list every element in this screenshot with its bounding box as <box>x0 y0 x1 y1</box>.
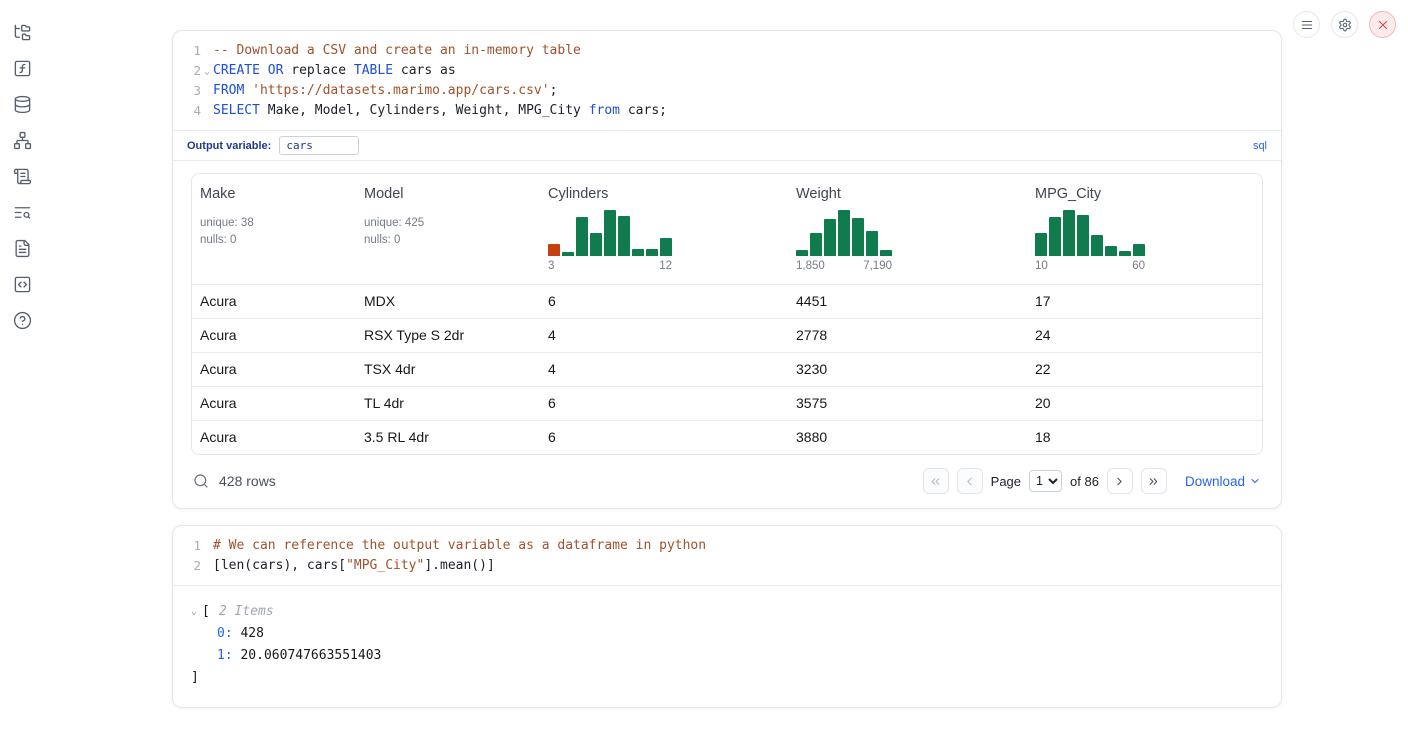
table-cell: 18 <box>1027 421 1262 454</box>
python-lines: # We can reference the output variable a… <box>201 536 706 576</box>
sql-code-editor[interactable]: 12⌄34 -- Download a CSV and create an in… <box>173 31 1281 130</box>
table-cell: Acura <box>192 285 356 318</box>
close-bracket: ] <box>191 667 1265 689</box>
output-variable-label: Output variable: <box>187 140 271 152</box>
python-output: ⌄ [ 2 Items 0: 4281: 20.060747663551403 … <box>173 585 1281 707</box>
table-row[interactable]: AcuraTL 4dr6357520 <box>192 386 1262 420</box>
language-badge: sql <box>1253 140 1267 152</box>
table-cell: 4 <box>540 353 788 386</box>
column-header[interactable]: MPG_City 1060 <box>1027 174 1262 284</box>
scratchpad-icon[interactable] <box>10 164 34 188</box>
column-header[interactable]: Make unique: 38nulls: 0 <box>192 174 356 284</box>
prev-page-button[interactable] <box>957 468 983 494</box>
table-cell: 2778 <box>788 319 1027 352</box>
tree-root: ⌄ [ 2 Items <box>191 601 1265 623</box>
column-name: MPG_City <box>1035 186 1254 202</box>
page-label: Page <box>991 474 1021 489</box>
table-cell: 6 <box>540 285 788 318</box>
download-button[interactable]: Download <box>1185 474 1261 489</box>
table-row[interactable]: AcuraMDX6445117 <box>192 285 1262 318</box>
tree-entries: 0: 4281: 20.060747663551403 <box>191 623 1265 667</box>
python-cell: 12 # We can reference the output variabl… <box>172 525 1282 708</box>
items-count: 2 Items <box>219 601 274 623</box>
column-name: Model <box>364 186 532 202</box>
column-histogram: 312 <box>548 208 672 272</box>
open-bracket: [ <box>202 601 210 623</box>
column-name: Make <box>200 186 348 202</box>
tree-entry: 0: 428 <box>191 623 1265 645</box>
table-cell: 17 <box>1027 285 1262 318</box>
file-explorer-icon[interactable] <box>10 20 34 44</box>
table-cell: 6 <box>540 421 788 454</box>
sql-lines: -- Download a CSV and create an in-memor… <box>201 41 667 121</box>
settings-gear-icon[interactable] <box>1331 11 1358 38</box>
help-icon[interactable] <box>10 308 34 332</box>
notebook-controls <box>1293 11 1396 38</box>
output-variable-input[interactable] <box>279 136 359 155</box>
helper-panel-rail <box>0 0 44 729</box>
helper-functions-icon[interactable] <box>10 56 34 80</box>
column-header[interactable]: Weight 1,8507,190 <box>788 174 1027 284</box>
table-cell: Acura <box>192 319 356 352</box>
table-cell: Acura <box>192 387 356 420</box>
logs-icon[interactable] <box>10 200 34 224</box>
column-header[interactable]: Cylinders 312 <box>540 174 788 284</box>
table-cell: TL 4dr <box>356 387 540 420</box>
column-name: Weight <box>796 186 1019 202</box>
table-row[interactable]: AcuraRSX Type S 2dr4277824 <box>192 318 1262 352</box>
sql-cell: 12⌄34 -- Download a CSV and create an in… <box>172 30 1282 509</box>
menu-icon[interactable] <box>1293 11 1320 38</box>
shutdown-close-icon[interactable] <box>1369 11 1396 38</box>
table-cell: 3880 <box>788 421 1027 454</box>
next-page-button[interactable] <box>1107 468 1133 494</box>
notebook-cells: 12⌄34 -- Download a CSV and create an in… <box>172 30 1282 708</box>
documentation-icon[interactable] <box>10 236 34 260</box>
tree-entry: 1: 20.060747663551403 <box>191 645 1265 667</box>
table-header-row: Make unique: 38nulls: 0 Model unique: 425nu… <box>192 174 1262 285</box>
column-name: Cylinders <box>548 186 780 202</box>
download-label: Download <box>1185 474 1245 489</box>
sql-gutter: 12⌄34 <box>173 41 201 121</box>
datasources-icon[interactable] <box>10 92 34 116</box>
table-body: AcuraMDX6445117AcuraRSX Type S 2dr427782… <box>192 285 1262 454</box>
chevron-down-icon <box>1249 475 1261 487</box>
table-cell: Acura <box>192 421 356 454</box>
row-count: 428 rows <box>219 473 276 489</box>
dependency-graph-icon[interactable] <box>10 128 34 152</box>
table-cell: 3230 <box>788 353 1027 386</box>
data-table: Make unique: 38nulls: 0 Model unique: 425nu… <box>191 173 1263 455</box>
table-row[interactable]: AcuraTSX 4dr4323022 <box>192 352 1262 386</box>
table-cell: Acura <box>192 353 356 386</box>
table-cell: 3575 <box>788 387 1027 420</box>
table-cell: 20 <box>1027 387 1262 420</box>
column-summary: unique: 425nulls: 0 <box>364 215 532 248</box>
column-summary: unique: 38nulls: 0 <box>200 215 348 248</box>
table-cell: 4451 <box>788 285 1027 318</box>
page-select[interactable]: 1 <box>1029 470 1062 492</box>
snippets-icon[interactable] <box>10 272 34 296</box>
table-cell: 4 <box>540 319 788 352</box>
output-variable-row: Output variable: sql <box>173 130 1281 160</box>
python-gutter: 12 <box>173 536 201 576</box>
table-cell: 6 <box>540 387 788 420</box>
last-page-button[interactable] <box>1141 468 1167 494</box>
table-cell: 24 <box>1027 319 1262 352</box>
table-cell: RSX Type S 2dr <box>356 319 540 352</box>
table-row[interactable]: Acura3.5 RL 4dr6388018 <box>192 420 1262 454</box>
python-code-editor[interactable]: 12 # We can reference the output variabl… <box>173 526 1281 585</box>
table-cell: 3.5 RL 4dr <box>356 421 540 454</box>
search-icon[interactable] <box>193 473 209 489</box>
page-total: of 86 <box>1070 474 1099 489</box>
table-cell: 22 <box>1027 353 1262 386</box>
table-cell: TSX 4dr <box>356 353 540 386</box>
column-histogram: 1,8507,190 <box>796 208 892 272</box>
table-output: Make unique: 38nulls: 0 Model unique: 425nu… <box>173 160 1281 508</box>
table-footer: 428 rows Page 1 of 86 Download <box>191 455 1263 496</box>
table-cell: MDX <box>356 285 540 318</box>
fold-chevron-icon[interactable]: ⌄ <box>204 62 210 82</box>
column-histogram: 1060 <box>1035 208 1145 272</box>
first-page-button[interactable] <box>923 468 949 494</box>
column-header[interactable]: Model unique: 425nulls: 0 <box>356 174 540 284</box>
collapse-icon[interactable]: ⌄ <box>191 601 197 623</box>
